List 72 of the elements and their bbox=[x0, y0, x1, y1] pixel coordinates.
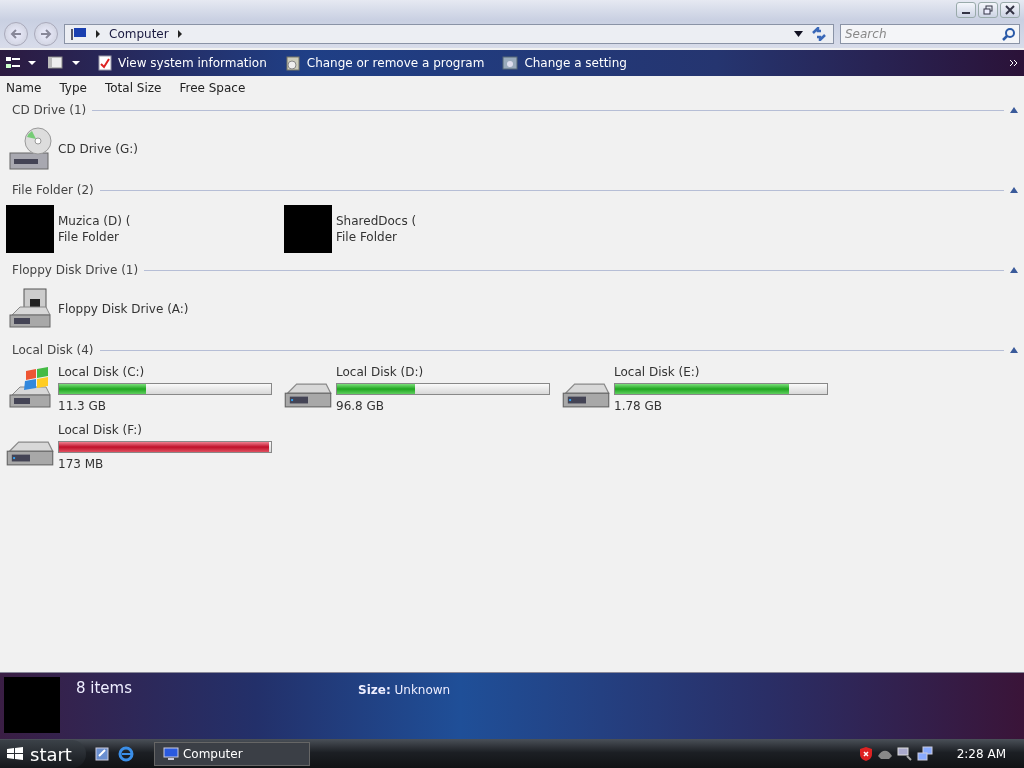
refresh-icon[interactable] bbox=[811, 27, 827, 41]
taskbar-window-button[interactable]: Computer bbox=[153, 742, 310, 766]
breadcrumb[interactable]: Computer bbox=[109, 27, 169, 41]
hard-disk-icon bbox=[6, 440, 54, 466]
collapse-arrow-icon[interactable] bbox=[1010, 267, 1018, 273]
search-icon bbox=[1002, 27, 1016, 41]
breadcrumb-arrow-icon[interactable] bbox=[176, 30, 183, 38]
column-header[interactable]: Free Space bbox=[179, 81, 264, 95]
search-field[interactable]: Search bbox=[840, 24, 1020, 44]
quick-launch-icon[interactable] bbox=[93, 746, 110, 762]
folder-thumbnail bbox=[6, 205, 54, 253]
restore-button[interactable] bbox=[978, 2, 998, 18]
network-icon[interactable] bbox=[896, 747, 913, 761]
folder-type: File Folder bbox=[58, 230, 120, 244]
drive-name[interactable]: CD Drive (G:) bbox=[58, 142, 138, 156]
preview-thumbnail bbox=[4, 677, 60, 733]
disk-name[interactable]: Local Disk (F:) bbox=[58, 423, 272, 437]
free-space: 96.8 GB bbox=[336, 399, 386, 413]
free-space: 1.78 GB bbox=[614, 399, 664, 413]
forward-button[interactable] bbox=[34, 22, 58, 46]
breadcrumb-arrow-icon[interactable] bbox=[95, 30, 101, 38]
toolbar-button[interactable]: View system information bbox=[94, 55, 271, 71]
dropdown-arrow-icon[interactable] bbox=[794, 31, 803, 37]
browser-icon[interactable] bbox=[117, 746, 134, 762]
windows-logo-icon bbox=[6, 746, 24, 762]
column-header[interactable]: Name bbox=[6, 81, 60, 95]
disk-name[interactable]: Local Disk (E:) bbox=[614, 365, 828, 379]
computer-icon bbox=[162, 747, 179, 761]
group-header[interactable]: Floppy Disk Drive (1) bbox=[12, 263, 139, 277]
column-header[interactable]: Type bbox=[59, 81, 105, 95]
back-arrow-icon bbox=[9, 28, 23, 40]
folder-name[interactable]: Muzica (D) ( bbox=[58, 214, 131, 228]
drive-name[interactable]: Floppy Disk Drive (A:) bbox=[58, 302, 189, 316]
back-button[interactable] bbox=[4, 22, 28, 46]
free-space: 173 MB bbox=[58, 457, 105, 471]
group-header[interactable]: Local Disk (4) bbox=[12, 343, 94, 357]
free-space: 11.3 GB bbox=[58, 399, 108, 413]
network-computers-icon[interactable] bbox=[916, 746, 933, 762]
collapse-arrow-icon[interactable] bbox=[1010, 187, 1018, 193]
group-header[interactable]: CD Drive (1) bbox=[12, 103, 87, 117]
software-box-icon bbox=[284, 55, 301, 71]
close-button[interactable] bbox=[1000, 2, 1020, 18]
views-icon[interactable] bbox=[6, 56, 38, 70]
more-chevron-icon[interactable] bbox=[1010, 59, 1018, 67]
computer-icon bbox=[71, 27, 87, 41]
toolbar-button[interactable]: Change or remove a program bbox=[280, 55, 489, 71]
restore-icon bbox=[983, 5, 993, 15]
checklist-icon bbox=[98, 55, 112, 71]
toolbar-button[interactable]: Change a setting bbox=[498, 55, 631, 71]
close-icon bbox=[1005, 5, 1015, 15]
control-panel-icon bbox=[502, 55, 519, 71]
group-header[interactable]: File Folder (2) bbox=[12, 183, 94, 197]
hard-disk-icon bbox=[562, 382, 610, 408]
shield-alert-icon[interactable] bbox=[858, 746, 873, 762]
disk-name[interactable]: Local Disk (D:) bbox=[336, 365, 550, 379]
cd-drive-icon bbox=[6, 125, 54, 173]
disk-name[interactable]: Local Disk (C:) bbox=[58, 365, 272, 379]
size-info: Size: Unknown bbox=[358, 683, 451, 697]
start-button[interactable]: start bbox=[0, 740, 86, 768]
hard-disk-icon bbox=[284, 382, 332, 408]
folder-type: File Folder bbox=[336, 230, 398, 244]
folder-name[interactable]: SharedDocs ( bbox=[336, 214, 417, 228]
minimize-icon bbox=[962, 12, 970, 14]
collapse-arrow-icon[interactable] bbox=[1010, 347, 1018, 353]
collapse-arrow-icon[interactable] bbox=[1010, 107, 1018, 113]
minimize-button[interactable] bbox=[956, 2, 976, 18]
forward-arrow-icon bbox=[39, 28, 53, 40]
clock[interactable]: 2:28 AM bbox=[956, 747, 1006, 761]
address-bar[interactable]: Computer bbox=[64, 24, 834, 44]
item-count: 8 items bbox=[76, 679, 133, 697]
column-header[interactable]: Total Size bbox=[104, 81, 180, 95]
folder-thumbnail bbox=[284, 205, 332, 253]
